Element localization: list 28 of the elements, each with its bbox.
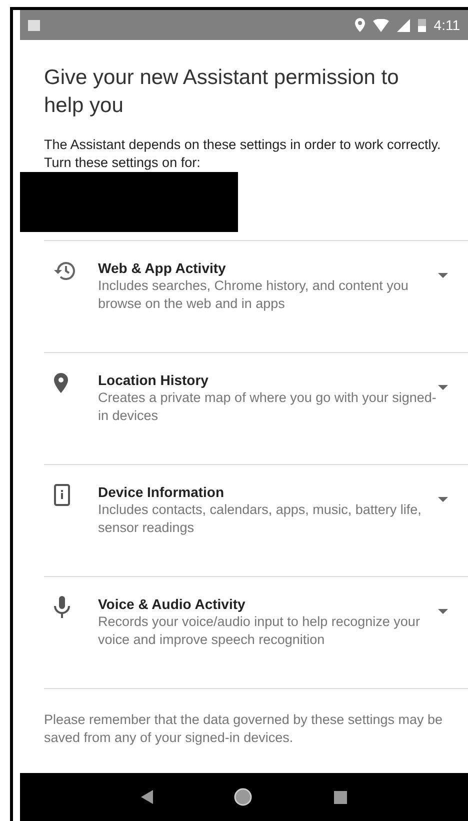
history-icon <box>54 260 76 281</box>
caret-icon[interactable] <box>438 609 448 614</box>
image-icon <box>28 20 40 30</box>
back-icon[interactable] <box>140 790 153 804</box>
microphone-icon <box>54 596 70 618</box>
battery-icon <box>418 18 426 32</box>
page-title: Give your new Assistant permission to help you <box>44 65 400 119</box>
setting-description: Creates a private map of where you go with your signed-in devices <box>98 389 438 425</box>
setting-description: Records your voice/audio input to help recognize your voice and improve speech recognition <box>98 613 421 649</box>
intro-text: The Assistant depends on these settings in order to work correctly. Turn these settings on for: <box>44 136 442 172</box>
setting-title: Location History <box>98 371 210 389</box>
phone-info-icon <box>54 484 70 506</box>
recents-icon[interactable] <box>334 790 348 804</box>
location-icon <box>354 18 365 32</box>
wifi-icon <box>372 18 389 32</box>
home-icon[interactable] <box>234 788 252 806</box>
caret-icon[interactable] <box>438 273 448 278</box>
signal-icon <box>396 18 410 32</box>
setting-title: Web & App Activity <box>98 259 227 277</box>
footer-text: Please remember that the data governed by these settings may be saved from any of your signed-in devices. <box>44 688 468 747</box>
status-time: 4:11 <box>434 16 460 34</box>
setting-title: Device Information <box>98 483 226 501</box>
setting-description: Includes contacts, calendars, apps, music, battery life, sensor readings <box>98 501 422 537</box>
setting-description: Includes searches, Chrome history, and content you browse on the web and in apps <box>98 277 410 313</box>
setting-title: Voice & Audio Activity <box>98 595 246 613</box>
caret-icon[interactable] <box>438 497 448 502</box>
location-pin-icon <box>54 372 68 393</box>
caret-icon[interactable] <box>438 385 448 390</box>
